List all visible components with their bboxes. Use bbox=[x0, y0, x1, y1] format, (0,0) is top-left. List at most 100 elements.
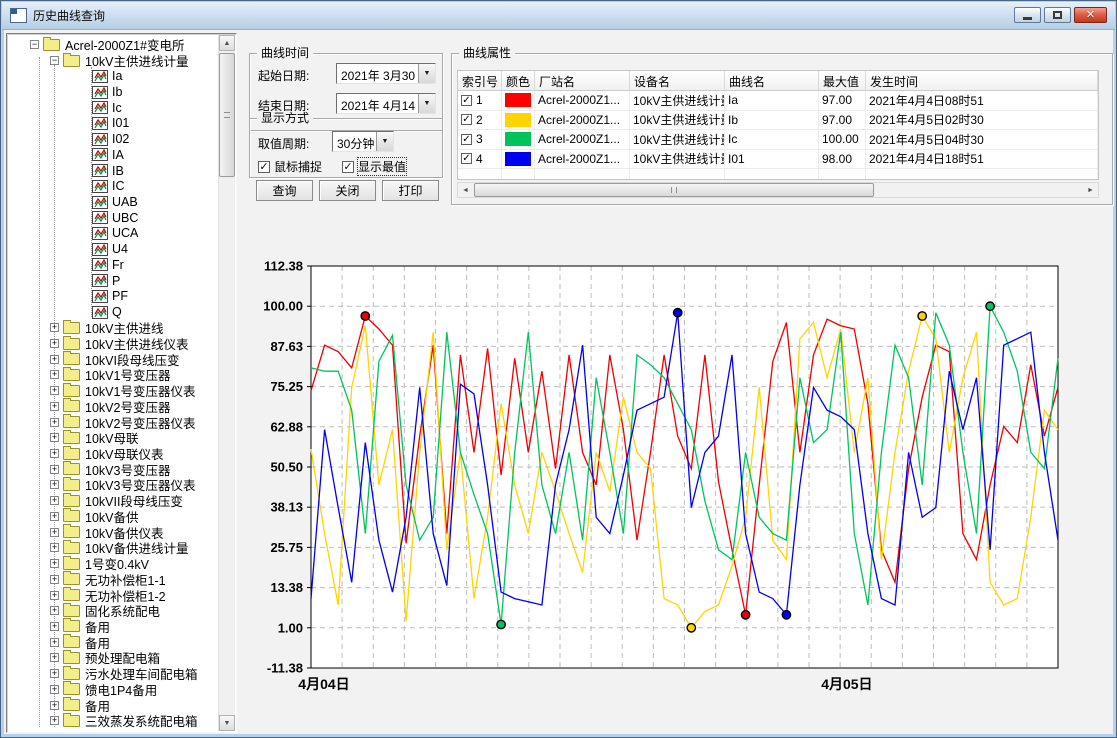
scroll-up-button[interactable]: ▲ bbox=[219, 35, 235, 51]
minimize-button[interactable] bbox=[1014, 7, 1041, 23]
expand-icon[interactable]: + bbox=[50, 606, 59, 615]
expand-icon[interactable]: + bbox=[50, 418, 59, 427]
expand-icon[interactable]: + bbox=[50, 669, 59, 678]
expand-icon[interactable]: + bbox=[50, 480, 59, 489]
curve-time-group-title: 曲线时间 bbox=[257, 46, 313, 60]
table-horizontal-scrollbar[interactable]: ◄ ► bbox=[457, 182, 1099, 198]
column-header[interactable]: 发生时间 bbox=[866, 71, 1098, 90]
titlebar[interactable]: 历史曲线查询 ✕ bbox=[2, 2, 1115, 30]
tree-item[interactable]: Ia bbox=[8, 68, 218, 84]
expand-icon[interactable]: + bbox=[50, 512, 59, 521]
tree-item[interactable]: PF bbox=[8, 289, 218, 305]
chart-canvas[interactable]: 112.38100.0087.6375.2562.8850.5038.1325.… bbox=[254, 229, 1114, 707]
chevron-down-icon[interactable]: ▼ bbox=[418, 64, 435, 83]
scrollbar-thumb[interactable] bbox=[474, 183, 874, 197]
collapse-icon[interactable]: − bbox=[30, 40, 39, 49]
column-header[interactable]: 曲线名 bbox=[725, 71, 819, 90]
expand-icon[interactable]: + bbox=[50, 622, 59, 631]
folder-icon bbox=[63, 385, 80, 397]
chevron-down-icon[interactable]: ▼ bbox=[418, 94, 435, 113]
tree-item[interactable]: +备用 bbox=[8, 619, 218, 635]
expand-icon[interactable]: + bbox=[50, 685, 59, 694]
expand-icon[interactable]: + bbox=[50, 386, 59, 395]
scroll-right-button[interactable]: ► bbox=[1083, 183, 1098, 197]
station-name: Acrel-2000Z1... bbox=[535, 150, 630, 169]
expand-icon[interactable]: + bbox=[50, 402, 59, 411]
table-row[interactable]: ✓3Acrel-2000Z1...10kV主供进线计量Ic100.002021年… bbox=[458, 130, 1098, 150]
folder-icon bbox=[63, 55, 80, 67]
expand-icon[interactable]: + bbox=[50, 323, 59, 332]
expand-icon[interactable]: + bbox=[50, 433, 59, 442]
tree-item[interactable]: Ic bbox=[8, 100, 218, 116]
column-header[interactable]: 最大值 bbox=[819, 71, 866, 90]
expand-icon[interactable]: + bbox=[50, 653, 59, 662]
expand-icon[interactable]: + bbox=[50, 355, 59, 364]
show-extremes-checkbox[interactable]: ✓ bbox=[342, 161, 354, 173]
expand-icon[interactable]: + bbox=[50, 559, 59, 568]
row-checkbox[interactable]: ✓ bbox=[461, 95, 472, 106]
tree-scrollbar[interactable]: ▲ ▼ bbox=[218, 35, 235, 731]
history-curve-chart[interactable]: 112.38100.0087.6375.2562.8850.5038.1325.… bbox=[254, 229, 1114, 707]
period-select[interactable]: 30分钟 ▼ bbox=[332, 131, 394, 152]
display-mode-group: 显示方式 取值周期: 30分钟 ▼ ✓ 鼠标捕捉 ✓ 显示最值 bbox=[249, 118, 443, 178]
tree-item[interactable]: U4 bbox=[8, 241, 218, 257]
tree-item[interactable]: I02 bbox=[8, 131, 218, 147]
expand-icon[interactable]: + bbox=[50, 701, 59, 710]
tree-item[interactable]: IB bbox=[8, 163, 218, 179]
scroll-down-button[interactable]: ▼ bbox=[219, 715, 235, 731]
expand-icon[interactable]: + bbox=[50, 370, 59, 379]
curve-color-swatch bbox=[505, 113, 531, 127]
tree-item[interactable]: I01 bbox=[8, 116, 218, 132]
occurrence-time: 2021年4月4日08时51 bbox=[866, 91, 1098, 110]
tree-item-label: Ia bbox=[112, 69, 122, 83]
tree-item[interactable]: P bbox=[8, 273, 218, 289]
table-row[interactable]: ✓2Acrel-2000Z1...10kV主供进线计量Ib97.002021年4… bbox=[458, 111, 1098, 131]
tree-item[interactable]: UAB bbox=[8, 194, 218, 210]
tree-item[interactable]: −10kV主供进线计量 bbox=[8, 53, 218, 69]
query-button[interactable]: 查询 bbox=[256, 180, 313, 201]
close-button[interactable]: ✕ bbox=[1074, 7, 1107, 23]
tree-item[interactable]: +固化系统配电 bbox=[8, 603, 218, 619]
print-button[interactable]: 打印 bbox=[382, 180, 439, 201]
show-extremes-option[interactable]: ✓ 显示最值 bbox=[342, 158, 406, 175]
row-checkbox[interactable]: ✓ bbox=[461, 134, 472, 145]
tree-item[interactable]: + 三效蒸发系统配电箱 bbox=[8, 713, 218, 729]
tree-item[interactable]: UBC bbox=[8, 210, 218, 226]
tree-item[interactable]: IC bbox=[8, 178, 218, 194]
close-dialog-button[interactable]: 关闭 bbox=[319, 180, 376, 201]
tree-item[interactable]: Ib bbox=[8, 84, 218, 100]
expand-icon[interactable]: + bbox=[50, 528, 59, 537]
column-header[interactable]: 索引号 bbox=[458, 71, 502, 90]
table-row[interactable]: ✓4Acrel-2000Z1...10kV主供进线计量I0198.002021年… bbox=[458, 150, 1098, 170]
station-name: Acrel-2000Z1... bbox=[535, 111, 630, 130]
expand-icon[interactable]: + bbox=[50, 638, 59, 647]
expand-icon[interactable]: + bbox=[50, 716, 59, 725]
end-date-select[interactable]: 2021年 4月14 ▼ bbox=[336, 93, 436, 114]
tree-item[interactable]: +馈电1P4备用 bbox=[8, 681, 218, 697]
chevron-down-icon[interactable]: ▼ bbox=[376, 132, 393, 151]
tree-item-label: 三效蒸发系统配电箱 bbox=[85, 711, 198, 730]
tree-item[interactable]: UCA bbox=[8, 226, 218, 242]
tree-item[interactable]: IA bbox=[8, 147, 218, 163]
expand-icon[interactable]: + bbox=[50, 575, 59, 584]
column-header[interactable]: 颜色 bbox=[502, 71, 535, 90]
expand-icon[interactable]: + bbox=[50, 339, 59, 348]
row-checkbox[interactable]: ✓ bbox=[461, 153, 472, 164]
expand-icon[interactable]: + bbox=[50, 465, 59, 474]
table-row[interactable]: ✓1Acrel-2000Z1...10kV主供进线计量Ia97.002021年4… bbox=[458, 91, 1098, 111]
expand-icon[interactable]: + bbox=[50, 591, 59, 600]
collapse-icon[interactable]: − bbox=[50, 56, 59, 65]
row-checkbox[interactable]: ✓ bbox=[461, 114, 472, 125]
tree-item[interactable]: Fr bbox=[8, 257, 218, 273]
column-header[interactable]: 设备名 bbox=[630, 71, 725, 90]
expand-icon[interactable]: + bbox=[50, 449, 59, 458]
mouse-capture-checkbox[interactable]: ✓ bbox=[258, 161, 270, 173]
scrollbar-thumb[interactable] bbox=[219, 53, 235, 177]
maximize-button[interactable] bbox=[1044, 7, 1071, 23]
start-date-select[interactable]: 2021年 3月30 ▼ bbox=[336, 63, 436, 84]
expand-icon[interactable]: + bbox=[50, 496, 59, 505]
scroll-left-button[interactable]: ◄ bbox=[458, 183, 473, 197]
mouse-capture-option[interactable]: ✓ 鼠标捕捉 bbox=[258, 158, 322, 175]
column-header[interactable]: 厂站名 bbox=[535, 71, 630, 90]
expand-icon[interactable]: + bbox=[50, 543, 59, 552]
